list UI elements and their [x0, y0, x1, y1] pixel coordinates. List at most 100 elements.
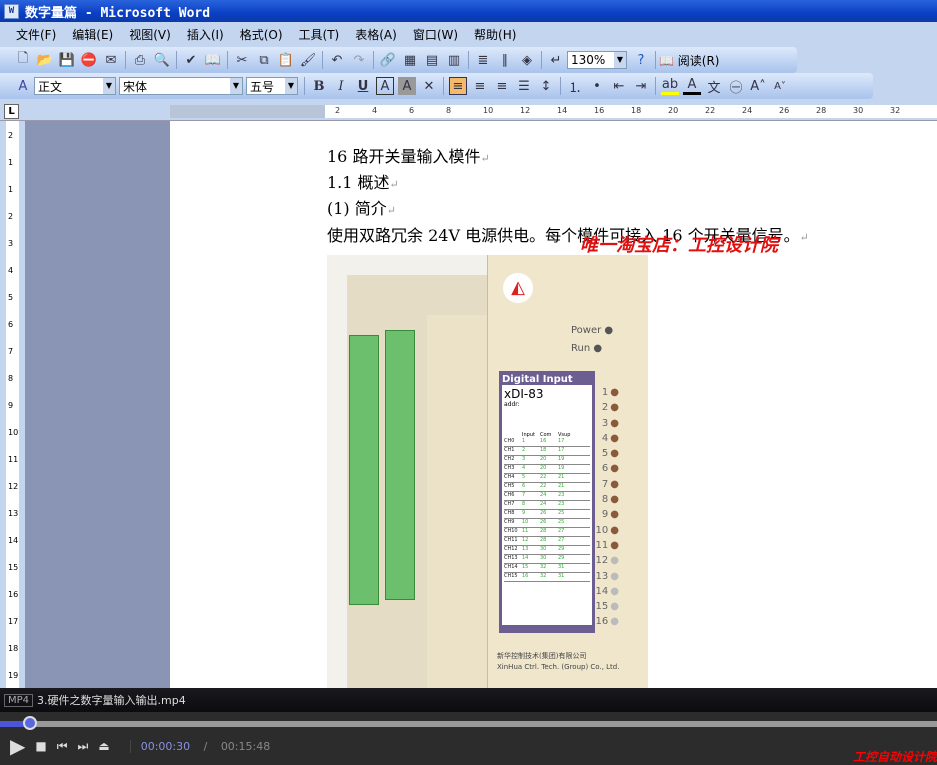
bullets-icon[interactable]: •	[588, 77, 606, 95]
chevron-down-icon: ▼	[285, 78, 297, 94]
table-cell: 31	[558, 564, 565, 570]
table-cell: 20	[540, 465, 547, 471]
led-label: 2	[601, 402, 609, 414]
permission-icon[interactable]: ⛔	[80, 51, 98, 69]
line-spacing-icon[interactable]: ↕	[537, 77, 555, 95]
print-icon[interactable]: ⎙	[131, 51, 149, 69]
separator	[304, 77, 305, 95]
cut-icon[interactable]: ✂	[233, 51, 251, 69]
watermark-text: 唯一淘宝店：工控设计院	[580, 235, 778, 256]
led-row: 1 ●	[595, 387, 619, 402]
char-border-icon[interactable]: A	[376, 77, 394, 95]
italic-icon[interactable]: I	[332, 77, 350, 95]
styles-icon[interactable]: A	[14, 77, 32, 95]
undo-icon[interactable]: ↶	[328, 51, 346, 69]
eject-icon[interactable]: ⏏	[98, 739, 109, 753]
menu-item[interactable]: 编辑(E)	[72, 26, 113, 43]
save-icon[interactable]: 💾	[58, 51, 76, 69]
help-icon[interactable]: ?	[632, 51, 650, 69]
ruler-tick: 13	[8, 509, 19, 518]
led-label: 9	[601, 509, 609, 521]
menu-item[interactable]: 帮助(H)	[474, 26, 516, 43]
menu-item[interactable]: 视图(V)	[129, 26, 171, 43]
research-icon[interactable]: 📖	[204, 51, 222, 69]
shrink-font-icon[interactable]: A˅	[771, 77, 789, 95]
ruler-tick: 10	[483, 106, 494, 115]
copy-icon[interactable]: ⧉	[255, 51, 273, 69]
highlight-icon[interactable]: ab	[661, 77, 679, 95]
spelling-icon[interactable]: ✔	[182, 51, 200, 69]
insert-table-icon[interactable]: ▤	[423, 51, 441, 69]
email-icon[interactable]: ✉	[102, 51, 120, 69]
phonetic-guide-icon[interactable]: 文	[705, 77, 723, 96]
font-color-icon[interactable]: A	[683, 77, 701, 95]
led-icon: ●	[610, 509, 619, 521]
menu-item[interactable]: 格式(O)	[240, 26, 283, 43]
underline-icon[interactable]: U	[354, 77, 372, 95]
led-icon: ●	[610, 448, 619, 460]
read-label: 阅读(R)	[677, 53, 720, 68]
show-hide-icon[interactable]: ↵	[547, 51, 565, 69]
align-right-icon[interactable]: ≡	[493, 77, 511, 95]
decrease-indent-icon[interactable]: ⇤	[610, 77, 628, 95]
distributed-icon[interactable]: ☰	[515, 77, 533, 95]
char-scale-icon[interactable]: ✕	[420, 77, 438, 95]
model-label: xDI-83	[504, 387, 544, 401]
redo-icon[interactable]: ↷	[350, 51, 368, 69]
play-icon[interactable]: ▶	[10, 734, 25, 758]
table-cell: 26	[540, 519, 547, 525]
menu-item[interactable]: 窗口(W)	[413, 26, 458, 43]
read-button[interactable]: 📖 阅读(R)	[659, 52, 719, 69]
font-select[interactable]: 宋体 ▼	[119, 77, 243, 95]
table-row: CH2 3 20 19	[504, 456, 590, 465]
style-select[interactable]: 正文 ▼	[34, 77, 116, 95]
menu-item[interactable]: 文件(F)	[16, 26, 56, 43]
led-icon: ●	[610, 387, 619, 398]
grow-font-icon[interactable]: A˄	[749, 77, 767, 95]
new-icon[interactable]: 🗋	[14, 51, 32, 69]
font-size-select[interactable]: 五号 ▼	[246, 77, 298, 95]
stop-icon[interactable]: ■	[35, 739, 46, 753]
increase-indent-icon[interactable]: ⇥	[632, 77, 650, 95]
next-icon[interactable]: ⏭	[78, 739, 89, 754]
seek-handle[interactable]	[22, 716, 37, 730]
print-preview-icon[interactable]: 🔍	[153, 51, 171, 69]
ruler-tick: 28	[816, 106, 827, 115]
justify-icon[interactable]: ≡	[449, 77, 467, 95]
led-label: 10	[595, 524, 609, 536]
led-row: 15 ●	[595, 601, 619, 616]
format-painter-icon[interactable]: 🖌	[299, 51, 317, 69]
menu-item[interactable]: 插入(I)	[187, 26, 224, 43]
table-cell: 30	[540, 555, 547, 561]
ruler-tick: 17	[8, 617, 19, 626]
previous-icon[interactable]: ⏮	[57, 739, 68, 754]
ruler-tick: 12	[520, 106, 531, 115]
tab-selector[interactable]: L	[4, 104, 19, 119]
insert-excel-icon[interactable]: ▥	[445, 51, 463, 69]
vertical-ruler[interactable]: 2112345678910111213141516171819202122	[0, 121, 25, 761]
menu-item[interactable]: 工具(T)	[299, 26, 340, 43]
time-display: 00:00:30 / 00:15:48	[129, 739, 281, 753]
table-cell: 27	[558, 528, 565, 534]
table-cell: 25	[558, 519, 565, 525]
led-row: 9 ●	[595, 509, 619, 524]
ruler-tick: 14	[557, 106, 568, 115]
menu-item[interactable]: 表格(A)	[355, 26, 397, 43]
align-center-icon[interactable]: ≡	[471, 77, 489, 95]
numbering-icon[interactable]: ⒈	[566, 77, 584, 96]
document-map-icon[interactable]: ◈	[518, 51, 536, 69]
zoom-select[interactable]: 130% ▼	[567, 51, 627, 69]
led-row: 5 ●	[595, 448, 619, 463]
open-icon[interactable]: 📂	[36, 51, 54, 69]
seek-bar[interactable]	[0, 716, 937, 730]
char-shading-icon[interactable]: A	[398, 77, 416, 95]
document-page[interactable]: 16 路开关量输入模件↵ 1.1 概述↵ (1) 简介↵ 使用双路冗余 24V …	[170, 121, 937, 688]
horizontal-ruler[interactable]: L 86422468101214161820222426283032	[0, 102, 937, 121]
hyperlink-icon[interactable]: 🔗	[379, 51, 397, 69]
enclose-char-icon[interactable]: ㊀	[727, 77, 745, 96]
paste-icon[interactable]: 📋	[277, 51, 295, 69]
drawing-icon[interactable]: ∥	[496, 51, 514, 69]
tables-borders-icon[interactable]: ▦	[401, 51, 419, 69]
columns-icon[interactable]: ≣	[474, 51, 492, 69]
bold-icon[interactable]: B	[310, 77, 328, 95]
